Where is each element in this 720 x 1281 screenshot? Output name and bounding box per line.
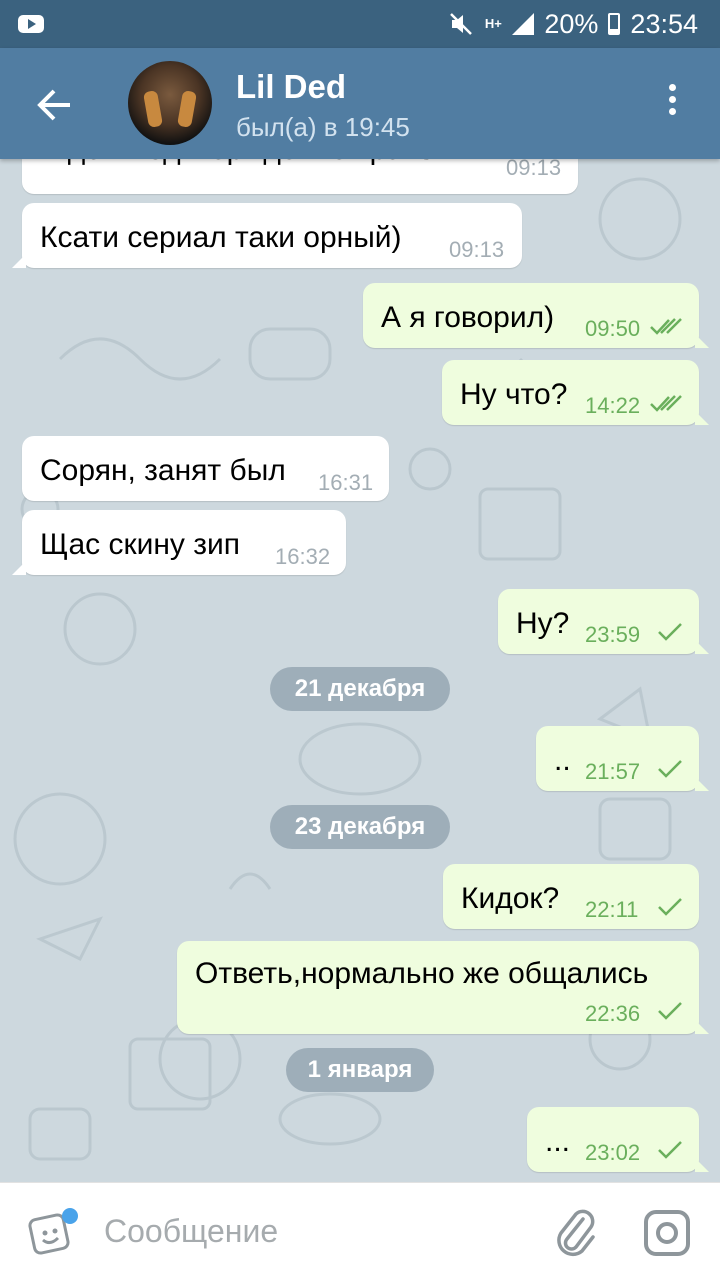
message-time: 23:59 [585,622,641,647]
date-separator: 21 декабря [270,667,450,711]
message-bubble[interactable]: Кидок? 22:11 [443,864,699,929]
message-time: 14:22 [585,393,641,418]
clock: 23:54 [630,8,698,39]
contact-name[interactable]: Lil Ded [236,68,346,106]
message-time: 22:11 [585,897,639,922]
message-text: Ксати сериал таки орный) [40,221,402,254]
message-text: Кидок? [461,882,560,915]
message-time: 09:13 [506,159,562,180]
double-check-icon [650,318,682,335]
date-separator: 23 декабря [270,805,450,849]
sticker-icon[interactable] [28,1207,78,1257]
date-separator: 1 января [286,1048,434,1092]
message-text: Щас скину зип [40,528,241,561]
message-text: А я говорил) [381,301,555,334]
message-bubble[interactable]: Ответь,нормально же общались 22:36 [177,941,709,1034]
battery-icon [608,13,621,35]
battery-percent: 20% [544,8,599,39]
message-time: 16:32 [275,544,331,569]
message-bubble[interactable]: .. 21:57 [536,726,709,791]
message-text: Ну? [516,607,570,640]
message-text: Ответь,нормально же общались [195,957,649,990]
message-bubble[interactable]: Ждем подтверждение транзы 09:13 [22,159,578,194]
check-icon [658,1002,682,1020]
message-bubble[interactable]: Ксати сериал таки орный) 09:13 [12,203,522,268]
message-bubble[interactable]: Ну? 23:59 [498,589,709,654]
message-time: 22:36 [585,1001,641,1026]
check-icon [658,898,682,916]
message-bubble[interactable]: Сорян, занят был 16:31 [22,436,389,501]
message-time: 23:02 [585,1140,641,1165]
message-text: Ждем подтверждение транзы [40,159,455,167]
mute-icon [450,13,473,35]
back-arrow-icon[interactable] [34,84,76,126]
double-check-icon [650,395,682,412]
message-bubble[interactable]: А я говорил) 09:50 [363,283,709,348]
message-text: Ну что? [460,378,568,411]
message-time: 09:13 [449,237,505,262]
message-input[interactable]: Сообщение [104,1213,278,1250]
message-input-bar: Сообщение [0,1182,720,1281]
check-icon [658,623,682,641]
message-bubble[interactable]: Ну что? 14:22 [442,360,709,425]
message-text: .. [554,744,571,777]
check-icon [658,760,682,778]
youtube-notification-icon [18,15,44,33]
message-list[interactable]: Ждем подтверждение транзы 09:13 Ксати се… [0,159,720,1182]
avatar[interactable] [128,61,212,145]
more-menu-icon[interactable] [662,84,682,124]
camera-icon[interactable] [643,1209,691,1257]
message-bubble[interactable]: ... 23:02 [527,1107,709,1172]
status-bar: H+ 20% 23:54 [0,0,720,48]
network-type-indicator: H+ [484,16,502,31]
message-time: 16:31 [318,470,374,495]
message-text: ... [545,1125,571,1158]
message-time: 21:57 [585,759,641,784]
check-icon [658,1141,682,1159]
message-text: Сорян, занят был [40,454,286,487]
message-time: 09:50 [585,316,641,341]
signal-icon [512,13,535,35]
paperclip-icon[interactable] [553,1205,599,1259]
message-bubble[interactable]: Щас скину зип 16:32 [12,510,346,575]
last-seen-status: был(а) в 19:45 [236,112,410,142]
chat-header: Lil Ded был(а) в 19:45 [0,48,720,159]
